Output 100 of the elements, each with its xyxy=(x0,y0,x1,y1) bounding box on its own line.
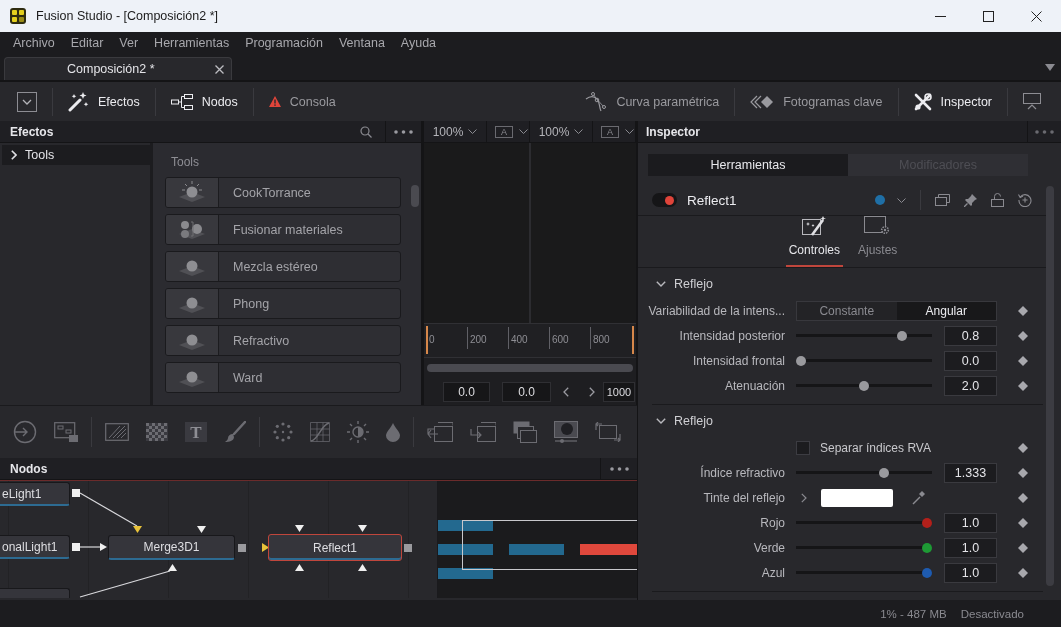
section-header[interactable]: Reflejo xyxy=(652,274,713,294)
layer-arrow-icon[interactable] xyxy=(427,422,453,442)
toolbar-button[interactable]: Inspector xyxy=(913,86,992,117)
slider-thumb[interactable] xyxy=(896,330,907,341)
menu-item[interactable]: Archivo xyxy=(13,36,55,50)
gradient-icon[interactable] xyxy=(105,423,129,441)
inspector-subtab[interactable]: Controles xyxy=(785,216,843,267)
chevron-left-icon[interactable] xyxy=(563,387,569,397)
toolbar-button[interactable]: Consola xyxy=(268,86,336,117)
keyframe-diamond-icon[interactable] xyxy=(1018,442,1028,453)
chevron-right-icon[interactable] xyxy=(589,387,595,397)
slider-thumb[interactable] xyxy=(922,542,932,553)
input-port-icon[interactable] xyxy=(295,564,304,571)
menu-item[interactable]: Editar xyxy=(70,36,104,50)
chevron-box-icon[interactable] xyxy=(17,91,37,112)
unlocked-icon[interactable] xyxy=(991,193,1004,207)
out-point-marker-icon[interactable] xyxy=(632,326,634,354)
layer-swap-icon[interactable] xyxy=(470,422,496,442)
effect-item[interactable]: Fusionar materiales xyxy=(165,214,401,245)
input-port-icon[interactable] xyxy=(295,525,304,532)
arrow-circle-icon[interactable] xyxy=(13,420,37,444)
node-group-icon[interactable] xyxy=(54,422,78,442)
effect-item[interactable]: CookTorrance xyxy=(165,177,401,208)
checker-icon[interactable] xyxy=(146,423,168,441)
scrollbar-thumb[interactable] xyxy=(411,185,419,207)
pin-icon[interactable] xyxy=(964,193,977,207)
maximize-icon[interactable] xyxy=(983,10,994,22)
channel-button[interactable]: A xyxy=(495,125,513,138)
value-field[interactable]: 0.8 xyxy=(944,325,997,346)
graph-node[interactable]: eLight1 xyxy=(0,482,70,506)
menu-item[interactable]: Ayuda xyxy=(400,36,437,50)
caret-icon[interactable] xyxy=(625,129,634,134)
keyframe-diamond-icon[interactable] xyxy=(1018,330,1028,341)
drop-icon[interactable] xyxy=(386,422,400,442)
mask-icon[interactable] xyxy=(554,421,578,443)
chevron-right-icon[interactable] xyxy=(801,492,807,503)
more-icon[interactable] xyxy=(394,129,413,134)
toolbar-button[interactable]: Efectos xyxy=(68,86,140,117)
minimize-icon[interactable] xyxy=(935,15,946,17)
rotate-frame-icon[interactable] xyxy=(595,422,621,442)
scrollbar-thumb[interactable] xyxy=(1046,186,1054,586)
channel-button[interactable]: A xyxy=(601,125,619,138)
curve-grid-icon[interactable] xyxy=(310,422,330,442)
input-port-icon[interactable] xyxy=(168,564,177,571)
input-port-icon[interactable] xyxy=(358,525,367,532)
in-point-marker-icon[interactable] xyxy=(426,326,428,354)
option-button[interactable]: Angular xyxy=(896,301,996,320)
dots-ring-icon[interactable] xyxy=(273,422,293,442)
effect-item[interactable]: Refractivo xyxy=(165,325,401,356)
menu-item[interactable]: Ventana xyxy=(338,36,385,50)
effect-item[interactable]: Mezcla estéreo xyxy=(165,251,401,282)
graph-node[interactable]: Reflect1 xyxy=(268,534,402,561)
section-header[interactable]: Reflejo xyxy=(652,411,713,431)
menu-item[interactable]: Programación xyxy=(245,36,323,50)
keyframe-diamond-icon[interactable] xyxy=(1018,467,1028,478)
more-icon[interactable] xyxy=(1035,129,1054,134)
timeline-scrollbar[interactable] xyxy=(427,364,633,372)
caret-icon[interactable] xyxy=(519,129,528,134)
tool-toggle[interactable] xyxy=(652,193,677,207)
dot-icon[interactable] xyxy=(875,195,885,205)
input-port-icon[interactable] xyxy=(133,526,142,533)
menu-item[interactable]: Herramientas xyxy=(154,36,230,50)
value-field[interactable]: 1.333 xyxy=(944,462,997,483)
caret-icon[interactable] xyxy=(897,197,906,203)
keyframe-diamond-icon[interactable] xyxy=(1018,355,1028,366)
graph-node[interactable]: Merge3D1 xyxy=(108,535,235,560)
toolbar-button[interactable]: Fotogramas clave xyxy=(750,86,883,117)
more-icon[interactable] xyxy=(609,466,629,471)
slider-thumb[interactable] xyxy=(922,567,932,578)
zoom-dropdown[interactable]: 100% xyxy=(432,124,478,139)
stacked-layers-icon[interactable] xyxy=(513,421,537,443)
current-time-field[interactable]: 0.0 xyxy=(502,382,551,402)
value-field[interactable]: 1.0 xyxy=(944,512,997,533)
caret-icon[interactable] xyxy=(1045,63,1055,71)
toolbar-button[interactable]: Curva paramétrica xyxy=(585,86,720,117)
inspector-tab[interactable]: Herramientas xyxy=(648,154,848,176)
toolbar-button[interactable]: Nodos xyxy=(170,86,238,117)
tree-item[interactable]: Tools xyxy=(2,145,150,165)
graph-node[interactable]: onalLight1 xyxy=(0,535,70,559)
end-time-field[interactable]: 1000 xyxy=(603,382,635,402)
keyframe-diamond-icon[interactable] xyxy=(1018,567,1028,578)
color-swatch[interactable] xyxy=(821,488,893,507)
document-tab[interactable]: Composición2 * xyxy=(4,57,232,80)
inspector-subtab[interactable]: Ajustes xyxy=(855,216,901,267)
slider-thumb[interactable] xyxy=(879,467,890,478)
value-field[interactable]: 1.0 xyxy=(944,562,997,583)
minimap[interactable] xyxy=(438,481,637,598)
graph-node[interactable] xyxy=(0,588,70,598)
checkbox[interactable] xyxy=(796,440,810,455)
menu-item[interactable]: Ver xyxy=(119,36,139,50)
value-field[interactable]: 2.0 xyxy=(944,375,997,396)
eyedropper-icon[interactable] xyxy=(912,490,925,505)
keyframe-diamond-icon[interactable] xyxy=(1018,542,1028,553)
input-port-icon[interactable] xyxy=(197,526,206,533)
search-icon[interactable] xyxy=(360,125,372,138)
close-icon[interactable] xyxy=(215,64,224,74)
keyframe-diamond-icon[interactable] xyxy=(1018,492,1028,503)
viewport-frame[interactable] xyxy=(462,520,637,570)
brightness-icon[interactable] xyxy=(347,421,369,443)
close-icon[interactable] xyxy=(1031,10,1042,22)
